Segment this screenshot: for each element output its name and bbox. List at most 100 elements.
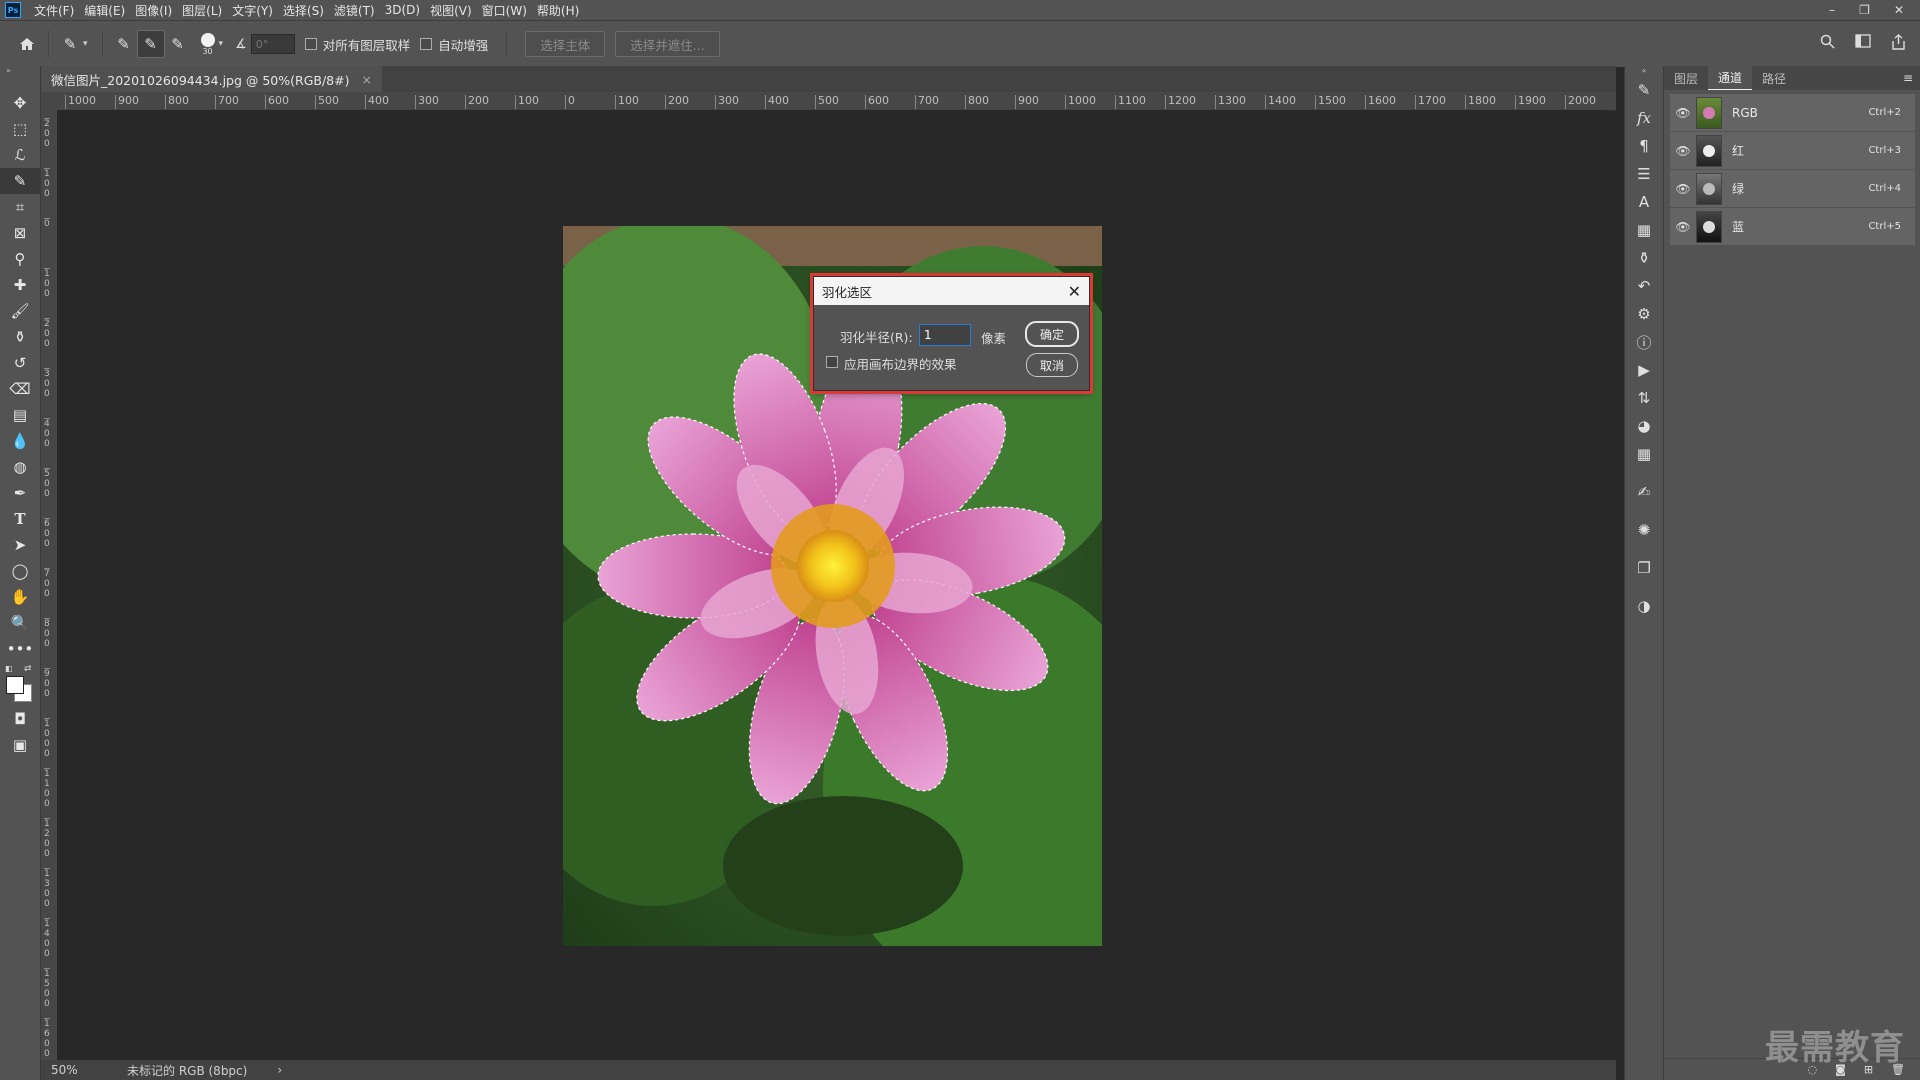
path-selection-tool-icon[interactable]: ➤: [0, 532, 40, 558]
brush-tool-icon[interactable]: 🖌: [0, 298, 40, 324]
menu-help[interactable]: 帮助(H): [532, 2, 584, 19]
info-icon[interactable]: ⓘ: [1625, 328, 1663, 356]
visibility-eye-icon[interactable]: 👁: [1670, 106, 1696, 120]
menu-layer[interactable]: 图层(L): [177, 2, 227, 19]
screen-mode-icon[interactable]: ▣: [0, 732, 40, 758]
status-menu-arrow[interactable]: ›: [277, 1063, 282, 1077]
type-tool-icon[interactable]: T: [0, 506, 40, 532]
color-icon[interactable]: ◕: [1625, 412, 1663, 440]
color-swatches[interactable]: ◧ ⇄: [0, 662, 40, 706]
tool-preset-picker-icon[interactable]: ✎: [57, 31, 83, 57]
move-tool-icon[interactable]: ✥: [0, 90, 40, 116]
history-icon[interactable]: ↶: [1625, 272, 1663, 300]
add-to-selection-icon[interactable]: ✎: [136, 30, 165, 58]
actions-play-icon[interactable]: ▶: [1625, 356, 1663, 384]
visibility-eye-icon[interactable]: 👁: [1670, 182, 1696, 196]
collapse-icon[interactable]: «: [1625, 66, 1663, 76]
menu-type[interactable]: 文字(Y): [227, 2, 278, 19]
marquee-tool-icon[interactable]: ⬚: [0, 116, 40, 142]
document-tab[interactable]: 微信图片_20201026094434.jpg @ 50%(RGB/8#) ×: [41, 66, 382, 92]
search-icon[interactable]: [1820, 34, 1835, 54]
select-subject-button[interactable]: 选择主体: [525, 31, 606, 57]
workspace-icon[interactable]: [1855, 34, 1871, 54]
swap-colors-icon[interactable]: ⇄: [24, 664, 32, 674]
menu-3d[interactable]: 3D(D): [380, 3, 425, 17]
tab-paths[interactable]: 路径: [1752, 66, 1796, 90]
home-icon[interactable]: [14, 31, 40, 57]
crop-tool-icon[interactable]: ⌗: [0, 194, 40, 220]
clone-source-icon[interactable]: ⚱: [1625, 244, 1663, 272]
cancel-button[interactable]: 取消: [1026, 353, 1078, 377]
ok-button[interactable]: 确定: [1025, 321, 1079, 347]
paragraph-icon[interactable]: ¶: [1625, 132, 1663, 160]
foreground-color-swatch[interactable]: [6, 676, 24, 694]
channel-row-green[interactable]: 👁 绿 Ctrl+4: [1670, 170, 1915, 208]
menu-image[interactable]: 图像(I): [130, 2, 177, 19]
checkbox-box[interactable]: [304, 38, 317, 50]
horizontal-ruler[interactable]: 1000 900 800 700 600 500 400 300 200 100 0 100 200 30…: [57, 92, 1616, 111]
table-icon[interactable]: ▦: [1625, 440, 1663, 468]
channel-row-rgb[interactable]: 👁 RGB Ctrl+2: [1670, 94, 1915, 132]
pen-tool-icon[interactable]: ✒: [0, 480, 40, 506]
select-and-mask-button[interactable]: 选择并遮住...: [615, 31, 720, 57]
healing-brush-tool-icon[interactable]: ✚: [0, 272, 40, 298]
styles-icon[interactable]: fx: [1625, 104, 1663, 132]
properties-icon[interactable]: ⚙: [1625, 300, 1663, 328]
adjustments-icon[interactable]: ☰: [1625, 160, 1663, 188]
eraser-tool-icon[interactable]: ⌫: [0, 376, 40, 402]
menu-filter[interactable]: 滤镜(T): [329, 2, 380, 19]
close-window-button[interactable]: ✕: [1894, 3, 1904, 17]
subtract-from-selection-icon[interactable]: ✎: [165, 31, 191, 57]
angle-input[interactable]: 0°: [250, 34, 295, 54]
feather-radius-input[interactable]: 1: [919, 324, 971, 346]
hand-tool-icon[interactable]: ✋: [0, 584, 40, 610]
quick-selection-tool-icon[interactable]: ✎: [0, 168, 40, 194]
panel-menu-icon[interactable]: ≡: [1903, 66, 1913, 90]
frame-tool-icon[interactable]: ⊠: [0, 220, 40, 246]
checkbox-box[interactable]: [420, 38, 433, 50]
swatches-icon[interactable]: ▦: [1625, 216, 1663, 244]
quick-mask-icon[interactable]: ◘: [0, 706, 40, 732]
close-icon[interactable]: ✕: [1068, 282, 1081, 301]
lasso-tool-icon[interactable]: ℒ: [0, 142, 40, 168]
zoom-tool-icon[interactable]: 🔍: [0, 610, 40, 636]
dodge-tool-icon[interactable]: ◍: [0, 454, 40, 480]
vertical-ruler[interactable]: 2 0 0 1 0 0 0 1 0 0 2 0 0 3 0 0 4 0 0 5 0 0 6 0 …: [41, 110, 58, 1060]
close-tab-icon[interactable]: ×: [361, 72, 371, 87]
new-selection-icon[interactable]: ✎: [111, 31, 137, 57]
menu-file[interactable]: 文件(F): [29, 2, 79, 19]
share-icon[interactable]: [1891, 34, 1906, 54]
visibility-eye-icon[interactable]: 👁: [1670, 144, 1696, 158]
layer-comps-icon[interactable]: ⇅: [1625, 384, 1663, 412]
auto-enhance-checkbox[interactable]: 自动增强: [420, 35, 488, 54]
menu-window[interactable]: 窗口(W): [477, 2, 532, 19]
tab-layers[interactable]: 图层: [1664, 66, 1708, 90]
channel-row-blue[interactable]: 👁 蓝 Ctrl+5: [1670, 208, 1915, 246]
sample-all-layers-checkbox[interactable]: 对所有图层取样: [304, 35, 410, 54]
apply-canvas-bounds-checkbox[interactable]: [826, 356, 838, 368]
glyphs-icon[interactable]: ✺: [1625, 516, 1663, 544]
minimize-button[interactable]: –: [1829, 3, 1835, 17]
collapse-icon[interactable]: »: [0, 66, 40, 76]
menu-edit[interactable]: 编辑(E): [79, 2, 130, 19]
character-icon[interactable]: A: [1625, 188, 1663, 216]
eyedropper-tool-icon[interactable]: ⚲: [0, 246, 40, 272]
menu-view[interactable]: 视图(V): [425, 2, 477, 19]
blur-tool-icon[interactable]: 💧: [0, 428, 40, 454]
chevron-down-icon[interactable]: ▾: [219, 39, 224, 49]
adjustments-circle-icon[interactable]: ◑: [1625, 592, 1663, 620]
more-tools-icon[interactable]: •••: [0, 636, 40, 662]
brush-settings-icon[interactable]: ✎: [1625, 76, 1663, 104]
zoom-level[interactable]: 50%: [51, 1063, 103, 1077]
restore-button[interactable]: ❐: [1859, 3, 1870, 17]
ellipse-tool-icon[interactable]: ◯: [0, 558, 40, 584]
history-brush-tool-icon[interactable]: ↺: [0, 350, 40, 376]
gradient-tool-icon[interactable]: ▤: [0, 402, 40, 428]
tab-channels[interactable]: 通道: [1708, 65, 1753, 90]
default-colors-icon[interactable]: ◧: [5, 664, 13, 673]
channel-row-red[interactable]: 👁 红 Ctrl+3: [1670, 132, 1915, 170]
visibility-eye-icon[interactable]: 👁: [1670, 220, 1696, 234]
brush-size-picker[interactable]: 30: [200, 32, 215, 56]
clone-stamp-tool-icon[interactable]: ⚱: [0, 324, 40, 350]
menu-select[interactable]: 选择(S): [278, 2, 329, 19]
